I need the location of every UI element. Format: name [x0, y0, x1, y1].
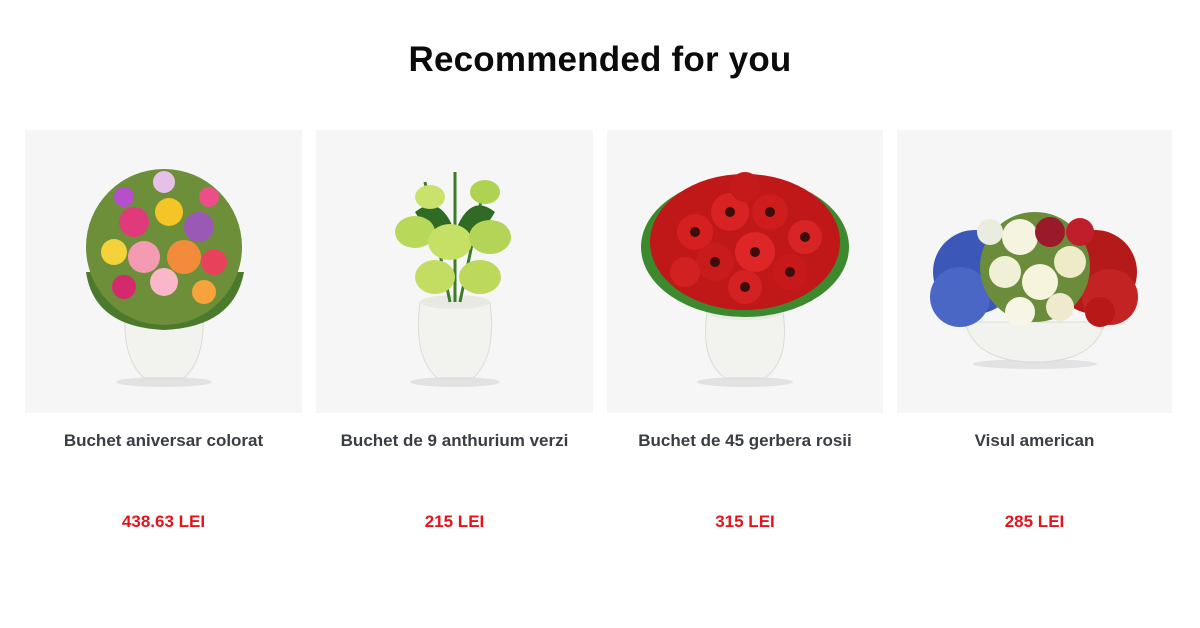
product-price: 438.63 LEI: [121, 512, 206, 531]
product-grid: Buchet aniversar colorat 438.63 LEI Buch…: [25, 130, 1172, 532]
colorful-bouquet-vase-icon: [85, 168, 244, 387]
product-name[interactable]: Visul american: [897, 431, 1172, 499]
product-price: 285 LEI: [1004, 512, 1065, 531]
product-image[interactable]: [316, 130, 593, 413]
product-card[interactable]: Buchet aniversar colorat 438.63 LEI: [25, 130, 302, 532]
red-gerbera-vase-icon: [641, 171, 849, 387]
product-price: 315 LEI: [715, 512, 775, 531]
product-card[interactable]: Visul american 285 LEI: [897, 130, 1172, 532]
red-white-blue-arrangement-bowl-icon: [929, 211, 1138, 369]
product-name[interactable]: Buchet de 9 anthurium verzi: [316, 431, 593, 499]
product-image[interactable]: [607, 130, 883, 413]
product-card[interactable]: Buchet de 45 gerbera rosii 315 LEI: [607, 130, 883, 532]
product-image[interactable]: [25, 130, 302, 413]
product-card[interactable]: Buchet de 9 anthurium verzi 215 LEI: [316, 130, 593, 532]
product-name[interactable]: Buchet de 45 gerbera rosii: [607, 431, 883, 499]
product-name[interactable]: Buchet aniversar colorat: [25, 431, 302, 499]
recommendations-page: Recommended for you Buchet aniversar col…: [0, 0, 1200, 628]
section-title: Recommended for you: [408, 40, 792, 79]
product-price: 215 LEI: [424, 512, 485, 531]
green-anthurium-vase-icon: [394, 171, 511, 387]
product-image[interactable]: [897, 130, 1172, 413]
